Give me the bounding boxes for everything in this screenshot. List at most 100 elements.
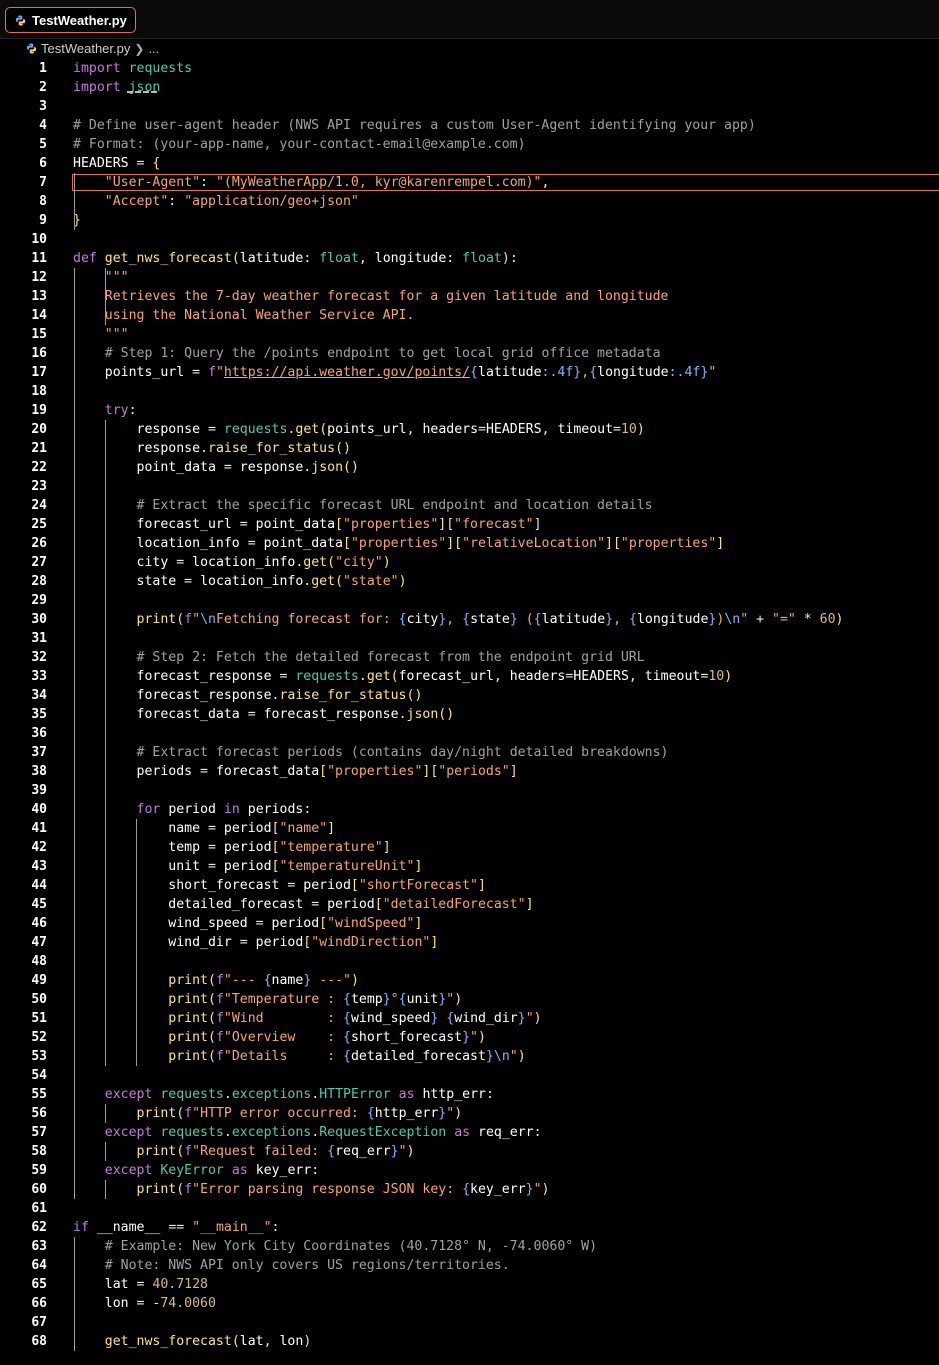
code-line[interactable]: 7 "User-Agent": "(MyWeatherApp/1.0, kyr@… — [0, 173, 939, 192]
code-line[interactable]: 10 — [0, 230, 939, 249]
code-line[interactable]: 51 print(f"Wind : {wind_speed} {wind_dir… — [0, 1009, 939, 1028]
code-line[interactable]: 39 — [0, 781, 939, 800]
code-line[interactable]: 5 # Format: (your-app-name, your-contact-… — [0, 135, 939, 154]
code-line[interactable]: 64 # Note: NWS API only covers US region… — [0, 1256, 939, 1275]
code-line[interactable]: 65 lat = 40.7128 — [0, 1275, 939, 1294]
code-token: period — [223, 821, 272, 836]
code-line[interactable]: 67 — [0, 1313, 939, 1332]
code-line[interactable]: 47 wind_dir = period["windDirection"] — [0, 933, 939, 952]
code-line[interactable]: 49 print(f"--- {name} ---") — [0, 971, 939, 990]
code-line[interactable]: 34 forecast_response.raise_for_status() — [0, 686, 939, 705]
code-token: ][ — [605, 536, 621, 551]
code-line[interactable]: 45 detailed_forecast = period["detailedF… — [0, 895, 939, 914]
code-line[interactable]: 36 — [0, 724, 939, 743]
code-token: . — [311, 1125, 320, 1140]
breadcrumb-symbols[interactable]: ... — [148, 41, 159, 56]
line-number: 14 — [31, 308, 47, 323]
tab-testweather-py[interactable]: TestWeather.py — [5, 7, 136, 33]
code-line[interactable]: 28 state = location_info.get("state") — [0, 572, 939, 591]
code-line[interactable]: 6 HEADERS = { — [0, 154, 939, 173]
code-line[interactable]: 35 forecast_data = forecast_response.jso… — [0, 705, 939, 724]
code-line[interactable]: 13 Retrieves the 7-day weather forecast … — [0, 287, 939, 306]
code-line[interactable]: 68 get_nws_forecast(lat, lon) — [0, 1332, 939, 1351]
line-number: 66 — [31, 1296, 47, 1311]
code-token: { — [470, 365, 478, 380]
code-line[interactable]: 4 # Define user-agent header (NWS API req… — [0, 116, 939, 135]
code-line[interactable]: 40 for period in periods: — [0, 800, 939, 819]
code-line[interactable]: 3 — [0, 97, 939, 116]
code-line[interactable]: 63 # Example: New York City Coordinates … — [0, 1237, 939, 1256]
code-line[interactable]: 55 except requests.exceptions.HTTPError … — [0, 1085, 939, 1104]
code-line[interactable]: 18 — [0, 382, 939, 401]
code-token: ) — [533, 1011, 542, 1026]
code-line[interactable]: 61 — [0, 1199, 939, 1218]
tab-label: TestWeather.py — [32, 12, 127, 28]
code-editor[interactable]: 1 import requests 2 import json 3 4 # Define u… — [0, 59, 939, 1365]
line-number: 3 — [39, 99, 47, 114]
code-line[interactable]: 53 print(f"Details : {detailed_forecast}… — [0, 1047, 939, 1066]
line-code: get_nws_forecast(lat, lon) — [73, 1332, 312, 1351]
code-line[interactable]: 1 import requests — [0, 59, 939, 78]
code-line[interactable]: 8 "Accept": "application/geo+json" — [0, 192, 939, 211]
code-line[interactable]: 16 # Step 1: Query the /points endpoint … — [0, 344, 939, 363]
code-line[interactable]: 60 print(f"Error parsing response JSON k… — [0, 1180, 939, 1199]
code-line[interactable]: 22 point_data = response.json() — [0, 458, 939, 477]
code-token: for — [136, 802, 161, 817]
warning-squiggle[interactable] — [127, 89, 157, 93]
code-line[interactable]: 31 — [0, 629, 939, 648]
code-token: { — [342, 1011, 351, 1026]
code-line[interactable]: 17 points_url = f"https://api.weather.go… — [0, 363, 939, 382]
line-number: 1 — [39, 61, 47, 76]
code-line[interactable]: 59 except KeyError as key_err: — [0, 1161, 939, 1180]
code-line[interactable]: 26 location_info = point_data["propertie… — [0, 534, 939, 553]
code-line[interactable]: 12 """ — [0, 268, 939, 287]
code-line[interactable]: 52 print(f"Overview : {short_forecast}") — [0, 1028, 939, 1047]
code-line[interactable]: 44 short_forecast = period["shortForecas… — [0, 876, 939, 895]
code-line[interactable]: 48 — [0, 952, 939, 971]
code-token: get — [311, 574, 336, 589]
code-token: # Note: NWS API only covers US regions/t… — [104, 1258, 510, 1273]
code-line[interactable]: 57 except requests.exceptions.RequestExc… — [0, 1123, 939, 1142]
code-line[interactable]: 15 """ — [0, 325, 939, 344]
code-line[interactable]: 21 response.raise_for_status() — [0, 439, 939, 458]
code-line[interactable]: 56 print(f"HTTP error occurred: {http_er… — [0, 1104, 939, 1123]
code-token: f — [215, 1011, 224, 1026]
code-line[interactable]: 11 def get_nws_forecast(latitude: float, … — [0, 249, 939, 268]
code-line[interactable]: 23 — [0, 477, 939, 496]
code-line[interactable]: 62 if __name__ == "__main__": — [0, 1218, 939, 1237]
code-line[interactable]: 46 wind_speed = period["windSpeed"] — [0, 914, 939, 933]
code-line[interactable]: 32 # Step 2: Fetch the detailed forecast… — [0, 648, 939, 667]
code-token: = — [239, 536, 264, 551]
line-code: print(f"Error parsing response JSON key:… — [73, 1180, 550, 1199]
code-line[interactable]: 66 lon = -74.0060 — [0, 1294, 939, 1313]
code-line[interactable]: 42 temp = period["temperature"] — [0, 838, 939, 857]
code-line[interactable]: 43 unit = period["temperatureUnit"] — [0, 857, 939, 876]
code-line[interactable]: 37 # Extract forecast periods (contains … — [0, 743, 939, 762]
code-line[interactable]: 33 forecast_response = requests.get(fore… — [0, 667, 939, 686]
code-line[interactable]: 38 periods = forecast_data["properties"]… — [0, 762, 939, 781]
code-token: = — [215, 460, 240, 475]
code-token: "Details : — [223, 1049, 343, 1064]
code-line[interactable]: 14 using the National Weather Service AP… — [0, 306, 939, 325]
code-line[interactable]: 2 import json — [0, 78, 939, 97]
code-line[interactable]: 24 # Extract the specific forecast URL e… — [0, 496, 939, 515]
code-line[interactable]: 25 forecast_url = point_data["properties… — [0, 515, 939, 534]
code-line[interactable]: 50 print(f"Temperature : {temp}°{unit}") — [0, 990, 939, 1009]
line-number: 62 — [31, 1220, 47, 1235]
code-line[interactable]: 27 city = location_info.get("city") — [0, 553, 939, 572]
code-line[interactable]: 19 try: — [0, 401, 939, 420]
code-line[interactable]: 54 — [0, 1066, 939, 1085]
code-token: : — [311, 1163, 320, 1178]
breadcrumb-file[interactable]: TestWeather.py — [41, 41, 130, 56]
code-line[interactable]: 58 print(f"Request failed: {req_err}") — [0, 1142, 939, 1161]
code-line[interactable]: 30 print(f"\nFetching forecast for: {cit… — [0, 610, 939, 629]
code-token: get_nws_forecast — [104, 1334, 232, 1349]
code-line[interactable]: 29 — [0, 591, 939, 610]
code-line[interactable]: 41 name = period["name"] — [0, 819, 939, 838]
code-token: exceptions — [231, 1125, 312, 1140]
code-line[interactable]: 20 response = requests.get(points_url, h… — [0, 420, 939, 439]
code-line[interactable]: 9} — [0, 211, 939, 230]
